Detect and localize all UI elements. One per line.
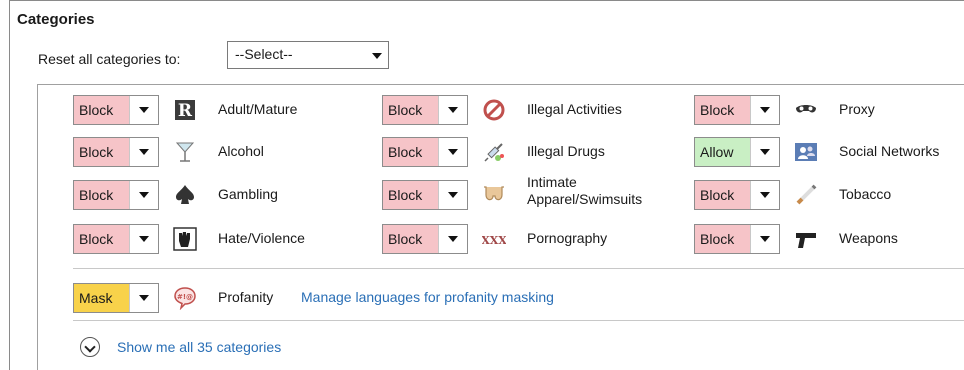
chevron-down-icon[interactable] (80, 337, 100, 357)
chevron-down-icon[interactable] (750, 181, 779, 209)
category-label: Gambling (218, 186, 278, 202)
mask-icon (796, 105, 816, 113)
chevron-down-icon[interactable] (438, 138, 467, 166)
adult-rating-icon: R (175, 100, 195, 121)
section-title: Categories (17, 11, 95, 28)
category-label: Profanity (218, 289, 274, 305)
category-gambling: Block Gambling (73, 180, 373, 210)
chevron-down-icon[interactable] (129, 96, 158, 124)
category-label: Illegal Activities (527, 101, 622, 117)
cocktail-glass-icon (175, 142, 195, 162)
category-pornography: Block XXX Pornography (382, 224, 682, 254)
chevron-down-icon[interactable] (129, 225, 158, 253)
category-profanity: Mask #!@ Profanity Manage languages for … (73, 283, 964, 313)
svg-text:XXX: XXX (482, 234, 506, 247)
chevron-down-icon[interactable] (750, 96, 779, 124)
category-label: Illegal Drugs (527, 143, 605, 159)
syringe-icon (484, 143, 504, 162)
manage-languages-link[interactable]: Manage languages for profanity masking (301, 289, 554, 305)
chevron-down-icon[interactable] (129, 181, 158, 209)
category-label: Adult/Mature (218, 101, 298, 117)
people-icon (795, 143, 817, 161)
action-dropdown[interactable]: Block (382, 224, 468, 254)
category-illegal-drugs: Block Illegal Drugs (382, 137, 682, 167)
raised-fist-icon (173, 227, 197, 251)
chevron-down-icon[interactable] (438, 96, 467, 124)
reset-select[interactable]: --Select-- (227, 41, 389, 69)
divider (73, 320, 964, 321)
xxx-icon: XXX (482, 234, 506, 247)
chevron-down-icon[interactable] (129, 284, 158, 312)
category-label: Pornography (527, 230, 608, 246)
action-dropdown[interactable]: Block (382, 137, 468, 167)
prohibited-icon (483, 99, 505, 121)
chevron-down-icon[interactable] (750, 225, 779, 253)
action-dropdown[interactable]: Block (73, 95, 159, 125)
category-hate-violence: Block Hate/Violence (73, 224, 373, 254)
svg-text:R: R (178, 101, 193, 121)
action-dropdown[interactable]: Block (694, 180, 780, 210)
divider (73, 268, 964, 269)
action-dropdown[interactable]: Block (382, 95, 468, 125)
chevron-down-icon[interactable] (438, 225, 467, 253)
category-proxy: Block Proxy (694, 95, 964, 125)
category-label: Weapons (839, 230, 898, 246)
action-dropdown[interactable]: Allow (694, 137, 780, 167)
category-alcohol: Block Alcohol (73, 137, 373, 167)
show-all-link[interactable]: Show me all 35 categories (117, 339, 281, 355)
speech-bubble-icon: #!@ (174, 287, 196, 310)
svg-text:#!@: #!@ (177, 293, 193, 301)
category-tobacco: Block Tobacco (694, 180, 964, 210)
category-intimate-apparel: Block Intimate Apparel/Swimsuits (382, 174, 682, 210)
category-label: Intimate Apparel/Swimsuits (527, 174, 643, 207)
pistol-icon (796, 233, 816, 248)
category-illegal-activities: Block Illegal Activities (382, 95, 682, 125)
action-dropdown[interactable]: Block (694, 224, 780, 254)
chevron-down-icon[interactable] (438, 181, 467, 209)
action-dropdown[interactable]: Block (73, 137, 159, 167)
category-label: Proxy (839, 101, 875, 117)
action-dropdown[interactable]: Mask (73, 283, 159, 313)
cigarette-icon (796, 184, 817, 205)
chevron-down-icon[interactable] (129, 138, 158, 166)
category-label: Tobacco (839, 186, 892, 202)
reset-label: Reset all categories to: (38, 51, 181, 67)
chevron-down-icon (372, 53, 382, 59)
bikini-icon (484, 186, 504, 201)
action-dropdown[interactable]: Block (73, 224, 159, 254)
category-weapons: Block Weapons (694, 224, 964, 254)
category-label: Social Networks (839, 143, 940, 159)
category-label: Alcohol (218, 143, 264, 159)
category-label: Hate/Violence (218, 230, 305, 246)
action-dropdown[interactable]: Block (694, 95, 780, 125)
action-dropdown[interactable]: Block (382, 180, 468, 210)
action-dropdown[interactable]: Block (73, 180, 159, 210)
chevron-down-icon[interactable] (750, 138, 779, 166)
category-social-networks: Allow Social Networks (694, 137, 964, 167)
spade-icon (176, 185, 194, 204)
reset-select-value: --Select-- (235, 46, 293, 62)
category-adult-mature: Block R Adult/Mature (73, 95, 373, 125)
